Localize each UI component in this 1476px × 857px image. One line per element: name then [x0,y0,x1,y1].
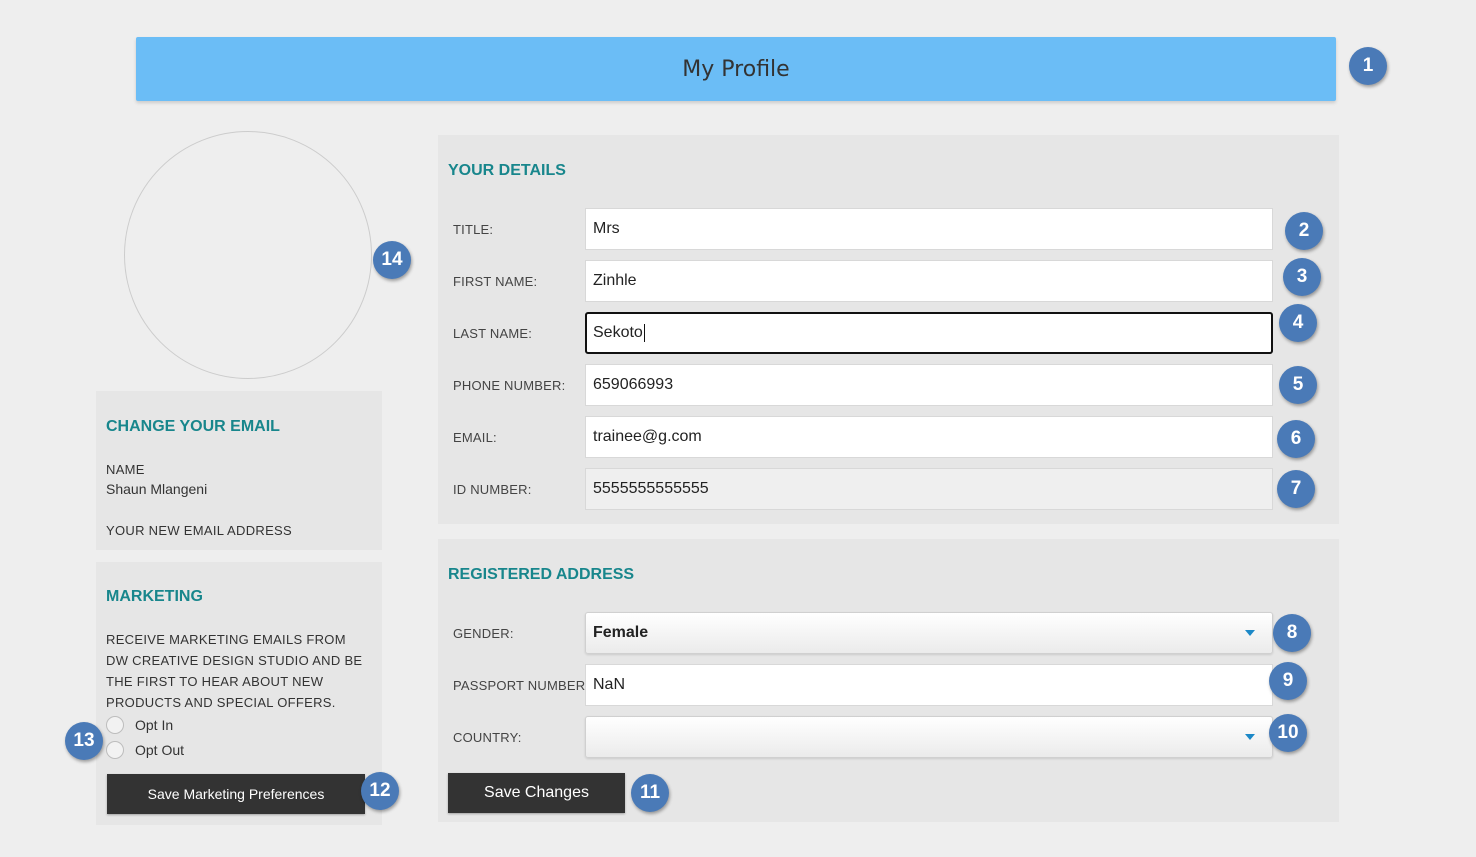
annotation-badge-5: 5 [1279,366,1317,404]
opt-in-option[interactable]: Opt In [106,716,173,734]
title-field[interactable]: Mrs [585,208,1273,250]
chevron-down-icon [1245,630,1255,636]
last-name-label: LAST NAME: [453,326,533,341]
registered-address-panel: REGISTERED ADDRESS GENDER: Female PASSPO… [438,539,1339,822]
page-header: My Profile [136,37,1336,101]
annotation-badge-7: 7 [1277,470,1315,508]
annotation-badge-2: 2 [1285,212,1323,250]
opt-out-option[interactable]: Opt Out [106,741,184,759]
registered-address-heading: REGISTERED ADDRESS [448,566,635,583]
avatar[interactable] [124,131,372,379]
gender-label: GENDER: [453,626,514,641]
opt-in-radio[interactable] [106,716,124,734]
last-name-field[interactable]: Sekoto [585,312,1273,354]
annotation-badge-4: 4 [1279,304,1317,342]
text-caret [643,324,645,342]
first-name-field[interactable]: Zinhle [585,260,1273,302]
email-field[interactable]: trainee@g.com [585,416,1273,458]
annotation-badge-9: 9 [1269,662,1307,700]
id-number-label: ID NUMBER: [453,482,532,497]
marketing-description: RECEIVE MARKETING EMAILS FROM DW CREATIV… [106,632,363,710]
change-email-name-label: NAME [106,462,145,477]
marketing-heading: MARKETING [106,588,203,605]
gender-value: Female [593,624,649,641]
title-value: Mrs [593,220,620,237]
phone-number-value: 659066993 [593,376,674,393]
country-select[interactable] [585,716,1273,758]
annotation-badge-13: 13 [65,722,103,760]
phone-number-field[interactable]: 659066993 [585,364,1273,406]
your-details-panel: YOUR DETAILS TITLE: Mrs FIRST NAME: Zinh… [438,135,1339,524]
passport-number-value: NaN [593,676,626,693]
new-email-label: YOUR NEW EMAIL ADDRESS [106,523,292,538]
annotation-badge-14: 14 [373,241,411,279]
opt-out-label: Opt Out [135,742,185,758]
id-number-field[interactable]: 5555555555555 [585,468,1273,510]
title-label: TITLE: [453,222,494,237]
id-number-value: 5555555555555 [593,480,709,497]
first-name-value: Zinhle [593,272,637,289]
change-email-panel: CHANGE YOUR EMAIL NAME Shaun Mlangeni YO… [96,391,382,550]
change-email-name-value: Shaun Mlangeni [106,481,208,497]
annotation-badge-1: 1 [1349,47,1387,85]
annotation-badge-11: 11 [631,774,669,812]
first-name-label: FIRST NAME: [453,274,538,289]
opt-in-label: Opt In [135,717,174,733]
save-changes-button[interactable]: Save Changes [448,773,625,813]
annotation-badge-10: 10 [1269,714,1307,752]
annotation-badge-6: 6 [1277,420,1315,458]
annotation-badge-12: 12 [361,772,399,810]
save-marketing-preferences-button[interactable]: Save Marketing Preferences [107,774,365,814]
your-details-heading: YOUR DETAILS [448,162,566,179]
opt-out-radio[interactable] [106,741,124,759]
passport-number-label: PASSPORT NUMBER [453,678,586,693]
last-name-value: Sekoto [593,324,643,341]
email-value: trainee@g.com [593,428,702,445]
marketing-panel: MARKETING RECEIVE MARKETING EMAILS FROM … [96,562,382,825]
chevron-down-icon [1245,734,1255,740]
annotation-badge-3: 3 [1283,258,1321,296]
change-email-heading: CHANGE YOUR EMAIL [106,418,280,435]
email-label: EMAIL: [453,430,497,445]
country-label: COUNTRY: [453,730,522,745]
passport-number-field[interactable]: NaN [585,664,1273,706]
annotation-badge-8: 8 [1273,614,1311,652]
page-title: My Profile [682,56,790,82]
phone-number-label: PHONE NUMBER: [453,378,566,393]
gender-select[interactable]: Female [585,612,1273,654]
